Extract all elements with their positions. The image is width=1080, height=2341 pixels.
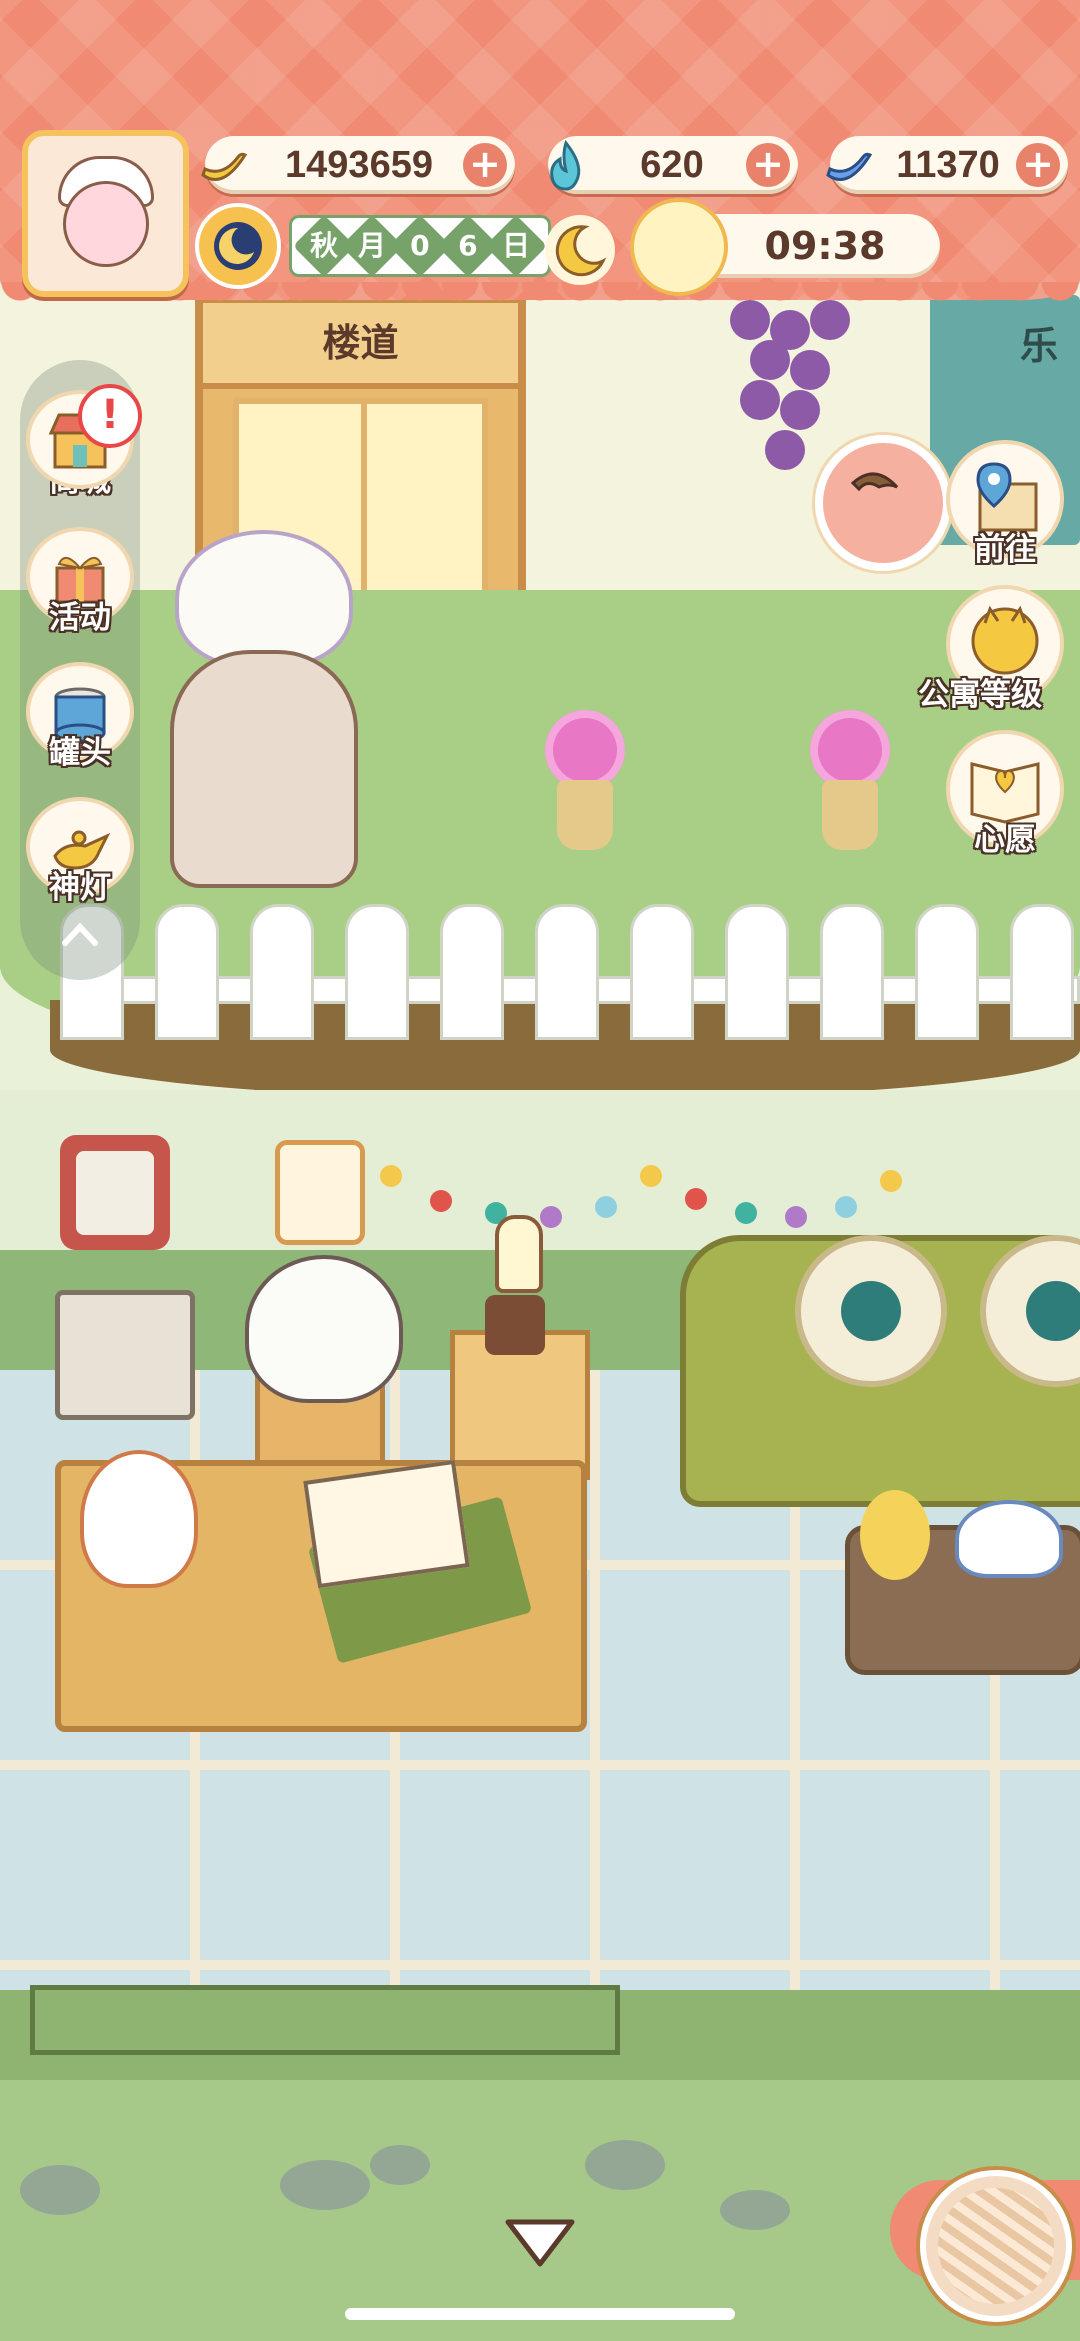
- flower-pot[interactable]: [800, 710, 900, 850]
- flame-amount: 620: [640, 143, 704, 186]
- blue-banana-icon: [816, 133, 880, 197]
- computer[interactable]: [55, 1290, 195, 1420]
- flower-vase: [860, 1490, 930, 1580]
- notice-board-icon[interactable]: [60, 1135, 170, 1250]
- currency-blue-banana: 11370 +: [826, 136, 1068, 194]
- stepping-stone: [720, 2190, 790, 2230]
- banana-icon: [191, 133, 255, 197]
- open-book[interactable]: [303, 1459, 470, 1589]
- currency-banana: 1493659 +: [201, 136, 515, 194]
- clock-time: 09:38: [764, 224, 886, 268]
- stepping-stone: [20, 2165, 100, 2215]
- menu-shop[interactable]: ! 商城: [25, 384, 142, 500]
- collapse-menu-chevron-up-icon[interactable]: [50, 915, 110, 955]
- season-clock-icon: [195, 203, 281, 289]
- teapot-character-hat: [175, 530, 353, 668]
- stepping-stone: [585, 2140, 665, 2190]
- date-day-label: 日: [484, 214, 548, 278]
- menu-go-to-label: 前往: [974, 532, 1036, 568]
- right-shop-sign: 乐: [1020, 324, 1059, 368]
- blue-flame-icon: [534, 133, 598, 197]
- date-tiles: 秋 月 0 6 日: [289, 214, 551, 278]
- avatar-face: [63, 181, 149, 267]
- moon-icon[interactable]: [545, 215, 615, 285]
- string-lights: [380, 1160, 902, 1230]
- banana-amount: 1493659: [285, 143, 433, 186]
- boss-cat-character[interactable]: [245, 1255, 403, 1403]
- oil-lamp[interactable]: [485, 1215, 545, 1365]
- stepping-stone: [280, 2160, 370, 2210]
- menu-apartment-level[interactable]: 公寓等级: [918, 585, 1065, 713]
- shop-icon: !: [26, 384, 142, 489]
- add-blue-banana-button[interactable]: +: [1016, 143, 1060, 187]
- menu-cans-label: 罐头: [49, 735, 111, 771]
- menu-wish[interactable]: 心愿: [945, 730, 1065, 858]
- currency-flame: 620 +: [548, 136, 798, 194]
- boomerang-tool-icon[interactable]: [815, 435, 951, 571]
- stepping-stone: [370, 2145, 430, 2185]
- scroll-down-arrow-icon[interactable]: [500, 2212, 580, 2272]
- menu-go-to[interactable]: 前往: [945, 440, 1065, 568]
- add-banana-button[interactable]: +: [463, 143, 507, 187]
- task-clipboard-icon[interactable]: [275, 1140, 365, 1245]
- white-fence: [60, 890, 1080, 1040]
- blue-banana-amount: 11370: [896, 143, 1000, 186]
- entrance-step: [30, 1985, 620, 2055]
- player-avatar[interactable]: [22, 130, 189, 297]
- lucky-cat-figurine[interactable]: [80, 1450, 198, 1588]
- menu-events-label: 活动: [49, 600, 111, 636]
- menu-cans[interactable]: 罐头: [25, 662, 135, 772]
- home-indicator[interactable]: [345, 2308, 735, 2320]
- game-clock[interactable]: 09:38: [630, 198, 940, 296]
- shop-alert-badge: !: [78, 384, 142, 448]
- date-display[interactable]: 秋 月 0 6 日: [195, 203, 551, 289]
- tea-set: [955, 1500, 1063, 1578]
- maid-character[interactable]: [170, 650, 358, 888]
- yarn-ball-icon[interactable]: [920, 2170, 1072, 2322]
- menu-wish-label: 心愿: [974, 822, 1036, 858]
- menu-magic-lamp[interactable]: 神灯: [25, 797, 135, 907]
- sofa-cushion: [795, 1235, 947, 1387]
- menu-events[interactable]: 活动: [25, 527, 135, 637]
- flower-pot[interactable]: [535, 710, 635, 850]
- menu-apartment-level-label: 公寓等级: [918, 677, 1042, 713]
- menu-magic-lamp-label: 神灯: [49, 870, 111, 906]
- add-flame-button[interactable]: +: [746, 143, 790, 187]
